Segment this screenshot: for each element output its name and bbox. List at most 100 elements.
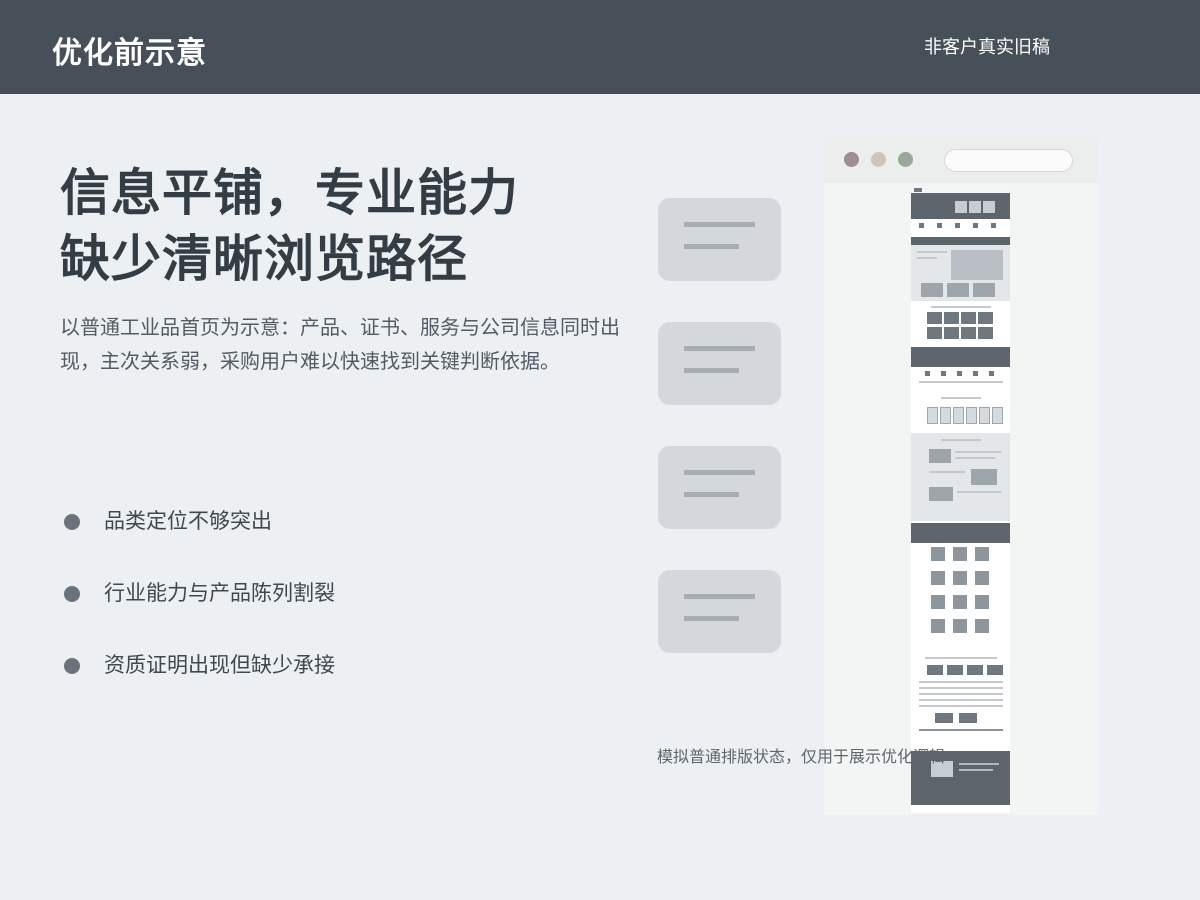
bullet-item: 资质证明出现但缺少承接: [64, 649, 335, 721]
thumb-text-line: [941, 439, 981, 441]
thumb-text-line: [919, 381, 1003, 383]
address-bar: [944, 149, 1073, 172]
thumb-image: [929, 449, 951, 463]
thumb-product: [953, 619, 967, 633]
placeholder-line: [684, 616, 739, 621]
thumb-certificate: [953, 407, 964, 424]
thumb-certificate: [992, 407, 1003, 424]
thumb-icon: [957, 371, 962, 376]
content-placeholder-card: [658, 198, 781, 281]
content-placeholder-card: [658, 570, 781, 653]
window-maximize-dot-icon: [898, 152, 913, 167]
thumb-text-line: [955, 451, 1001, 453]
thumb-products-header: [911, 523, 1010, 543]
bullet-item: 品类定位不够突出: [64, 505, 335, 577]
thumb-product: [953, 571, 967, 585]
placeholder-line: [684, 368, 739, 373]
content-placeholder-card: [658, 322, 781, 405]
thumb-image: [987, 665, 1003, 675]
bullet-text: 品类定位不够突出: [104, 509, 272, 533]
thumb-text-line: [931, 306, 991, 308]
thumb-image: [927, 312, 942, 324]
thumb-icon: [937, 223, 942, 228]
thumb-text-line: [917, 251, 947, 253]
bullet-text: 资质证明出现但缺少承接: [104, 653, 335, 677]
thumb-certificate: [940, 407, 951, 424]
thumb-icon: [941, 371, 946, 376]
thumb-icon: [919, 223, 924, 228]
window-minimize-dot-icon: [871, 152, 886, 167]
thumb-certificate: [927, 407, 938, 424]
bullet-dot-icon: [64, 514, 80, 530]
thumb-divider: [919, 729, 1003, 731]
bullet-list: 品类定位不够突出 行业能力与产品陈列割裂 资质证明出现但缺少承接: [64, 505, 335, 721]
thumb-hero-tile: [955, 201, 967, 213]
content-placeholder-card: [658, 446, 781, 529]
thumb-text-line: [929, 471, 965, 473]
thumb-text-line: [919, 705, 1003, 707]
thumb-image: [935, 713, 953, 723]
thumb-image: [947, 283, 969, 297]
thumb-text-line: [955, 457, 995, 459]
thumb-product: [975, 571, 989, 585]
thumb-text-line: [919, 693, 1003, 695]
thumb-image: [978, 312, 993, 324]
thumb-certificate: [966, 407, 977, 424]
thumb-image: [944, 312, 959, 324]
thumb-section-header: [911, 237, 1010, 245]
placeholder-line: [684, 594, 755, 599]
thumb-text-line: [941, 397, 981, 399]
thumb-icon: [989, 371, 994, 376]
thumb-image: [973, 283, 995, 297]
thumb-product: [975, 547, 989, 561]
placeholder-line: [684, 470, 755, 475]
thumb-product: [931, 571, 945, 585]
description: 以普通工业品首页为示意：产品、证书、服务与公司信息同时出现，主次关系弱，采购用户…: [60, 315, 620, 373]
thumb-hero-tile: [969, 201, 981, 213]
thumb-text-line: [959, 763, 999, 765]
website-thumbnail: [911, 187, 1010, 813]
thumb-image: [927, 665, 943, 675]
browser-toolbar: [824, 137, 1098, 183]
thumb-product: [975, 619, 989, 633]
thumb-text-line: [919, 687, 1003, 689]
thumb-text-line: [957, 491, 1001, 493]
thumb-image: [967, 665, 983, 675]
placeholder-line: [684, 222, 755, 227]
thumb-image: [929, 487, 953, 501]
thumb-image: [978, 327, 993, 339]
browser-mockup: [824, 137, 1098, 815]
thumb-icon: [991, 223, 996, 228]
thumb-image: [961, 312, 976, 324]
placeholder-line: [684, 346, 755, 351]
headline: 信息平铺，专业能力 缺少清晰浏览路径: [60, 160, 519, 292]
header-note: 非客户真实旧稿: [924, 37, 1050, 58]
thumb-product: [953, 547, 967, 561]
thumb-image: [921, 283, 943, 297]
thumb-hero-tile: [983, 201, 995, 213]
bullet-dot-icon: [64, 586, 80, 602]
thumb-image: [959, 713, 977, 723]
thumb-icon: [925, 371, 930, 376]
thumb-icon: [955, 223, 960, 228]
placeholder-line: [684, 244, 739, 249]
thumb-icon: [973, 371, 978, 376]
thumb-image: [927, 327, 942, 339]
thumb-text-line: [919, 699, 1003, 701]
page-title: 优化前示意: [52, 36, 207, 71]
thumb-text-line: [917, 257, 937, 259]
headline-line-2: 缺少清晰浏览路径: [60, 230, 468, 288]
headline-line-1: 信息平铺，专业能力: [60, 164, 519, 222]
placeholder-line: [684, 492, 739, 497]
header-bar: 优化前示意 非客户真实旧稿: [0, 0, 1200, 94]
thumb-image: [951, 250, 1003, 280]
thumb-product: [975, 595, 989, 609]
thumb-text-line: [925, 657, 997, 659]
thumb-icon: [973, 223, 978, 228]
thumb-certificate: [979, 407, 990, 424]
bullet-text: 行业能力与产品陈列割裂: [104, 581, 335, 605]
thumb-text-line: [919, 681, 1003, 683]
thumb-image: [971, 469, 997, 485]
thumb-text-line: [959, 769, 993, 771]
thumb-product: [953, 595, 967, 609]
